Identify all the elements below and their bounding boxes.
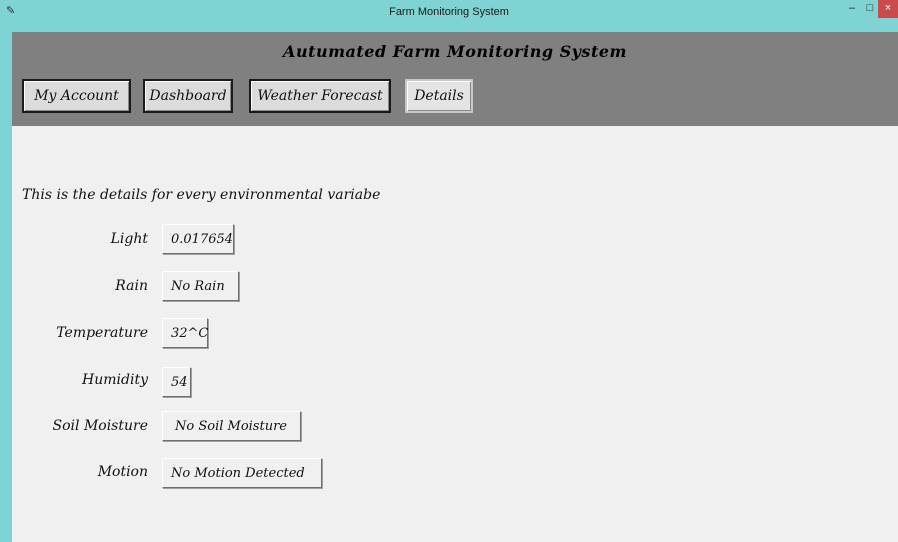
details-button[interactable]: Details	[405, 79, 473, 113]
humidity-label: Humidity	[82, 372, 148, 388]
rain-label: Rain	[115, 278, 148, 294]
dashboard-button[interactable]: Dashboard	[143, 79, 233, 113]
motion-value-button[interactable]: No Motion Detected	[162, 458, 322, 488]
motion-label: Motion	[97, 464, 148, 480]
soil-moisture-label: Soil Moisture	[52, 418, 148, 434]
window-titlebar[interactable]: ✎ Farm Monitoring System – □ ×	[0, 0, 898, 32]
rain-value-button[interactable]: No Rain	[162, 271, 239, 301]
humidity-value-button[interactable]: 54	[162, 367, 191, 397]
client-area: Autumated Farm Monitoring System My Acco…	[12, 32, 898, 542]
app-title: Autumated Farm Monitoring System	[283, 42, 627, 61]
temperature-value-button[interactable]: 32^C	[162, 318, 208, 348]
weather-forecast-button[interactable]: Weather Forecast	[249, 79, 391, 113]
window-title: Farm Monitoring System	[389, 6, 509, 18]
minimize-button[interactable]: –	[842, 0, 862, 18]
light-label: Light	[110, 231, 148, 247]
maximize-button[interactable]: □	[860, 0, 880, 18]
soil-moisture-value-button[interactable]: No Soil Moisture	[162, 411, 301, 441]
light-value-button[interactable]: 0.017654	[162, 224, 234, 254]
details-intro: This is the details for every environmen…	[22, 187, 381, 203]
header-bar: Autumated Farm Monitoring System My Acco…	[12, 32, 898, 126]
close-button[interactable]: ×	[878, 0, 898, 18]
my-account-button[interactable]: My Account	[22, 79, 131, 113]
app-window: ✎ Farm Monitoring System – □ × Autumated…	[0, 0, 898, 542]
temperature-label: Temperature	[56, 325, 148, 341]
